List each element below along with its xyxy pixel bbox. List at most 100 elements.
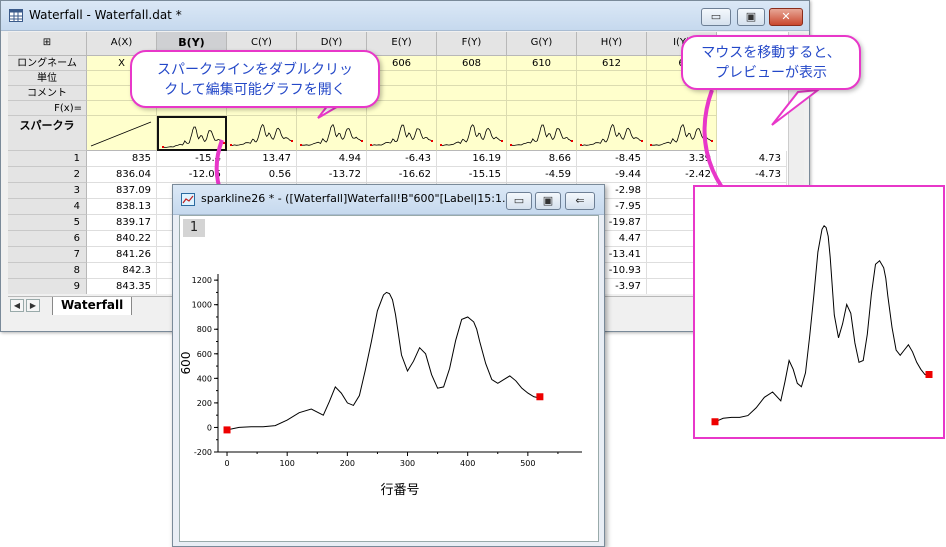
sparkline-start-marker [162, 146, 164, 148]
row-header[interactable]: 8 [8, 263, 87, 279]
long-name-cell[interactable]: 612 [577, 56, 647, 71]
table-cell[interactable]: 835 [87, 151, 157, 167]
sparkline-cell[interactable] [437, 116, 507, 151]
sparkline-maximize-button[interactable]: ▣ [535, 192, 561, 210]
long-name-cell[interactable]: 608 [437, 56, 507, 71]
table-cell[interactable]: -4.59 [507, 167, 577, 183]
table-cell[interactable]: 3.39 [647, 151, 717, 167]
sparkline-cell[interactable] [647, 116, 717, 151]
sparkline-end-marker [291, 140, 293, 142]
column-header[interactable]: E(Y) [367, 32, 437, 56]
callout-hover-line2: プレビューが表示 [715, 65, 827, 81]
units-cell[interactable] [507, 71, 577, 86]
sparkline-preview-panel [693, 185, 945, 439]
table-cell[interactable]: -13.72 [297, 167, 367, 183]
table-cell[interactable]: 839.17 [87, 215, 157, 231]
preview-chart [711, 225, 933, 426]
table-cell[interactable]: 8.66 [507, 151, 577, 167]
table-cell[interactable]: -15.15 [437, 167, 507, 183]
worksheet-titlebar[interactable]: Waterfall - Waterfall.dat * ▭ ▣ ✕ [1, 1, 809, 31]
worksheet-title: Waterfall - Waterfall.dat * [29, 8, 182, 22]
fx-cell[interactable] [367, 101, 437, 116]
column-header[interactable]: G(Y) [507, 32, 577, 56]
tab-prev-icon[interactable]: ◀ [10, 299, 24, 312]
sparkline-trace [90, 121, 152, 147]
long-name-cell[interactable]: 610 [507, 56, 577, 71]
units-label[interactable]: 単位 [8, 71, 87, 86]
comments-cell[interactable] [507, 86, 577, 101]
minimize-button[interactable]: ▭ [701, 8, 731, 26]
maximize-button[interactable]: ▣ [737, 8, 765, 26]
graph-canvas[interactable]: 1 -200 0 200 400 600 800 1000 1200 0 100 200 300 400… [179, 215, 599, 542]
table-cell[interactable]: -16.62 [367, 167, 437, 183]
row-header[interactable]: 2 [8, 167, 87, 183]
comments-cell[interactable] [577, 86, 647, 101]
fx-cell[interactable] [577, 101, 647, 116]
units-cell[interactable] [437, 71, 507, 86]
units-cell[interactable] [577, 71, 647, 86]
table-cell[interactable]: 4.73 [717, 151, 787, 167]
sheet-tab-waterfall[interactable]: Waterfall [52, 297, 133, 315]
long-name-label[interactable]: ロングネーム [8, 56, 87, 71]
corner-cell[interactable]: ⊞ [8, 32, 87, 56]
sparkline-start-marker [510, 144, 512, 146]
row-header[interactable]: 7 [8, 247, 87, 263]
table-cell[interactable]: 4.94 [297, 151, 367, 167]
sparkline-cell[interactable] [227, 116, 297, 151]
comments-cell[interactable] [437, 86, 507, 101]
sparkline-trace [441, 124, 503, 147]
table-cell[interactable]: 838.13 [87, 199, 157, 215]
table-cell[interactable]: 13.47 [227, 151, 297, 167]
sparkline-label[interactable]: スパークラ [8, 116, 87, 151]
row-header[interactable]: 4 [8, 199, 87, 215]
sparkline-minimize-button[interactable]: ▭ [506, 192, 532, 210]
x-tick-label: 500 [520, 459, 535, 468]
table-cell[interactable]: -2.42 [647, 167, 717, 183]
table-cell[interactable]: 840.22 [87, 231, 157, 247]
sparkline-restore-button[interactable]: ⇐ [565, 192, 595, 210]
tab-next-icon[interactable]: ▶ [26, 299, 40, 312]
sparkline-cell[interactable] [157, 116, 227, 151]
row-header[interactable]: 3 [8, 183, 87, 199]
table-cell[interactable]: -15.4 [157, 151, 227, 167]
sparkline-cell[interactable] [367, 116, 437, 151]
column-header[interactable]: H(Y) [577, 32, 647, 56]
table-cell[interactable]: -8.45 [577, 151, 647, 167]
row-header[interactable]: 5 [8, 215, 87, 231]
sparkline-end-marker [641, 140, 643, 142]
column-header[interactable]: F(Y) [437, 32, 507, 56]
table-cell[interactable]: -4.73 [717, 167, 787, 183]
fx-cell[interactable] [437, 101, 507, 116]
close-button[interactable]: ✕ [769, 8, 803, 26]
sparkline-cell [87, 116, 157, 151]
fx-label[interactable]: F(x)= [8, 101, 87, 116]
comments-label[interactable]: コメント [8, 86, 87, 101]
table-cell[interactable]: 0.56 [227, 167, 297, 183]
sparkline-trace [231, 124, 293, 146]
table-cell[interactable]: 836.04 [87, 167, 157, 183]
table-cell[interactable]: -12.05 [157, 167, 227, 183]
table-cell[interactable]: -6.43 [367, 151, 437, 167]
table-cell[interactable]: 837.09 [87, 183, 157, 199]
callout-double-click-line1: スパークラインをダブルクリッ [157, 62, 353, 78]
sparkline-end-marker [223, 142, 225, 144]
table-cell[interactable]: 16.19 [437, 151, 507, 167]
main-chart[interactable]: -200 0 200 400 600 800 1000 1200 0 100 200 300 400 50… [180, 216, 600, 543]
callout-double-click: スパークラインをダブルクリッ クして編集可能グラフを開く [130, 50, 380, 108]
sparkline-cell[interactable] [297, 116, 367, 151]
row-header[interactable]: 1 [8, 151, 87, 167]
sparkline-cell[interactable] [577, 116, 647, 151]
table-cell[interactable]: 842.3 [87, 263, 157, 279]
table-cell[interactable]: -9.44 [577, 167, 647, 183]
sparkline-cell[interactable] [507, 116, 577, 151]
fx-cell[interactable] [647, 101, 717, 116]
row-header[interactable]: 6 [8, 231, 87, 247]
sparkline-start-marker [580, 144, 582, 146]
table-cell[interactable]: 843.35 [87, 279, 157, 294]
start-point-marker [223, 426, 231, 434]
table-cell[interactable]: 841.26 [87, 247, 157, 263]
sparkline-titlebar[interactable]: sparkline26 * - ([Waterfall]Waterfall!B"… [173, 185, 604, 215]
sparkline-start-marker [650, 144, 652, 146]
row-header[interactable]: 9 [8, 279, 87, 294]
fx-cell[interactable] [507, 101, 577, 116]
